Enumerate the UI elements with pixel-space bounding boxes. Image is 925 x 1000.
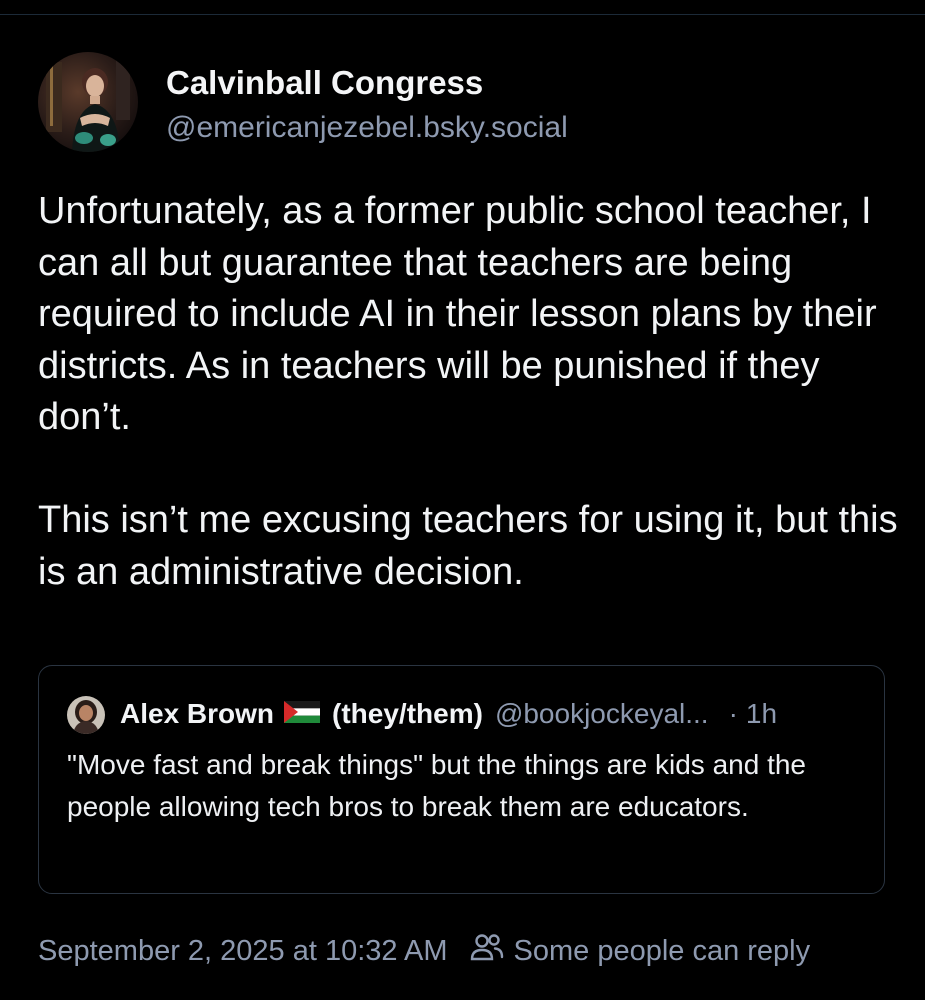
quote-header: Alex Brown (they/them) @bookjockeyal... … [120,698,777,730]
quoted-post-card[interactable]: Alex Brown (they/them) @bookjockeyal... … [38,665,885,894]
post-paragraph: This isn’t me excusing teachers for usin… [38,499,898,593]
separator-dot: · [728,698,738,729]
author-avatar[interactable] [38,52,138,152]
quote-author-handle[interactable]: @bookjockeyal... [495,698,709,730]
post-body: Unfortunately, as a former public school… [38,186,898,650]
quote-time: 1h [745,698,778,729]
top-divider [0,14,925,15]
people-icon[interactable] [470,932,504,970]
user-avatar-photo-icon [38,52,138,152]
quote-author-avatar[interactable] [67,696,105,734]
quote-author-pronouns: (they/them) [332,698,483,729]
post-paragraph: Unfortunately, as a former public school… [38,190,877,438]
quote-text: "Move fast and break things" but the thi… [67,749,806,822]
author-name[interactable]: Calvinball Congress [166,64,483,102]
post-footer: September 2, 2025 at 10:32 AM Some peopl… [38,932,810,970]
quote-author-name[interactable]: Alex Brown [120,698,274,730]
author-handle[interactable]: @emericanjezebel.bsky.social [166,111,568,145]
post-timestamp: September 2, 2025 at 10:32 AM [38,934,448,967]
palestine-flag-icon [284,698,321,730]
reply-setting[interactable]: Some people can reply [514,935,811,968]
quote-avatar-photo-icon [67,696,105,734]
